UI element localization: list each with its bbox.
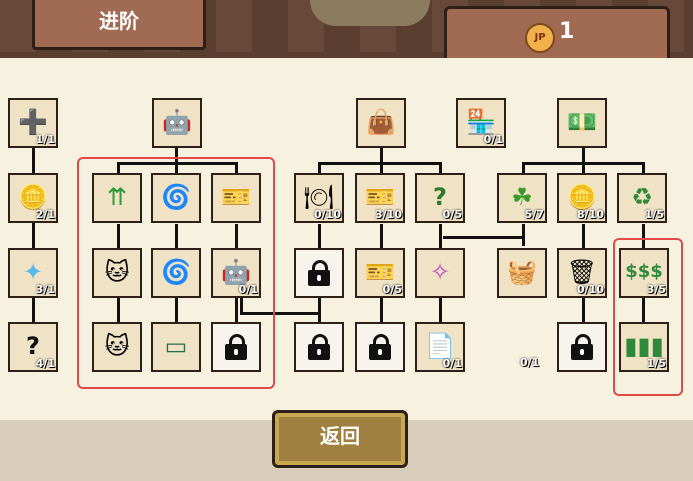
upgrade-tile[interactable]: 🍽 0/10 (294, 173, 344, 223)
magic-wand-icon: ✧ (429, 258, 451, 286)
robot-icon: 🤖 (162, 108, 192, 136)
connector-line (380, 148, 383, 162)
upgrade-tile[interactable]: 🌀 (151, 173, 201, 223)
upgrade-tile[interactable]: 🌀 (151, 248, 201, 298)
currency-panel: JP 1 (444, 6, 670, 64)
tile-level: 0/1 (483, 133, 503, 146)
upgrade-tile[interactable]: 🪙 8/10 (557, 173, 607, 223)
upgrade-tile[interactable]: 🤖 (152, 98, 202, 148)
tile-level: 0/1 (442, 357, 462, 370)
tile-level: 0/10 (577, 283, 604, 296)
connector-line (582, 148, 585, 162)
chalkboard-icon: ▭ (164, 332, 188, 360)
upgrade-tile[interactable]: ▭ (151, 322, 201, 372)
lock-icon (225, 334, 247, 360)
tile-level: 0/5 (382, 283, 402, 296)
lock-icon (308, 334, 330, 360)
crown-bag-icon: 👜 (366, 108, 396, 136)
desk-fan-icon: 🌀 (161, 258, 191, 286)
desk-fan-battery-icon: 🌀 (161, 183, 191, 211)
lucky-cat-coin-icon: 🐱 (104, 258, 130, 286)
upgrade-tile[interactable]: 🎫 3/10 (355, 173, 405, 223)
currency-count: 1 (559, 19, 575, 44)
upgrade-tile[interactable]: $$$ 3/5 (619, 248, 669, 298)
upgrade-tile[interactable]: ▮▮▮ 1/5 (619, 322, 669, 372)
tile-level: 3/5 (646, 283, 666, 296)
locked-tile[interactable] (355, 322, 405, 372)
upgrade-tile[interactable]: 👜 (356, 98, 406, 148)
upgrade-tile[interactable]: ? 0/5 (415, 173, 465, 223)
upgrade-tile[interactable]: 📄 0/1 (415, 322, 465, 372)
tile-level: 0/5 (442, 208, 462, 221)
upgrade-tile[interactable]: 🏪 0/1 (456, 98, 506, 148)
upgrade-arrows-bolt-icon: ⇈ (106, 183, 128, 211)
tile-level: 4/1 (35, 357, 55, 370)
locked-tile[interactable] (557, 322, 607, 372)
locked-tile[interactable] (294, 248, 344, 298)
upgrade-tile[interactable]: ➕ 1/1 (8, 98, 58, 148)
tile-level: 1/5 (646, 357, 666, 370)
upgrade-tile[interactable]: 🤖 0/1 (211, 248, 261, 298)
upgrade-tile[interactable]: ☘ 5/7 (497, 173, 547, 223)
lock-icon (308, 260, 330, 286)
jp-cash-icon: 💵 (567, 108, 597, 136)
tile-level: 3/1 (35, 283, 55, 296)
upgrade-tile[interactable]: 🎫 (211, 173, 261, 223)
standalone-level: 0/1 (520, 356, 540, 369)
ceiling-lamp (310, 0, 430, 26)
basket-icon: 🧺 (507, 258, 537, 286)
tile-level: 3/10 (375, 208, 402, 221)
upgrade-tile[interactable]: ♻ 1/5 (617, 173, 667, 223)
locked-tile[interactable] (211, 322, 261, 372)
connector-line (522, 224, 525, 246)
tile-level: 0/1 (238, 283, 258, 296)
tile-level: 8/10 (577, 208, 604, 221)
upgrade-tile[interactable]: 💵 (557, 98, 607, 148)
upgrade-tile[interactable]: ✧ (415, 248, 465, 298)
upgrade-tile[interactable]: 🐱 (92, 248, 142, 298)
ticket-star-icon: 🎫 (221, 183, 251, 211)
tile-level: 2/1 (35, 208, 55, 221)
upgrade-tile[interactable]: ✦ 3/1 (8, 248, 58, 298)
upgrade-tile[interactable]: 🐱 (92, 322, 142, 372)
upgrade-tile[interactable]: ⇈ (92, 173, 142, 223)
jp-coin-icon: JP (525, 23, 555, 53)
upgrade-tile[interactable]: 🎫 0/5 (355, 248, 405, 298)
connector-line (443, 236, 523, 239)
upgrade-tile[interactable]: ? 4/1 (8, 322, 58, 372)
lock-icon (571, 334, 593, 360)
tile-level: 1/1 (35, 133, 55, 146)
tile-level: 1/5 (644, 208, 664, 221)
upgrade-tile[interactable]: 🗑 0/10 (557, 248, 607, 298)
tile-level: 5/7 (524, 208, 544, 221)
back-button[interactable]: 返回 (272, 410, 408, 468)
upgrade-tile[interactable]: 🪙 2/1 (8, 173, 58, 223)
page-title: 进阶 (32, 0, 206, 50)
upgrade-tile[interactable]: 🧺 (497, 248, 547, 298)
tile-level: 0/10 (314, 208, 341, 221)
locked-tile[interactable] (294, 322, 344, 372)
lucky-cat-trash-icon: 🐱 (104, 332, 130, 360)
lock-icon (369, 334, 391, 360)
